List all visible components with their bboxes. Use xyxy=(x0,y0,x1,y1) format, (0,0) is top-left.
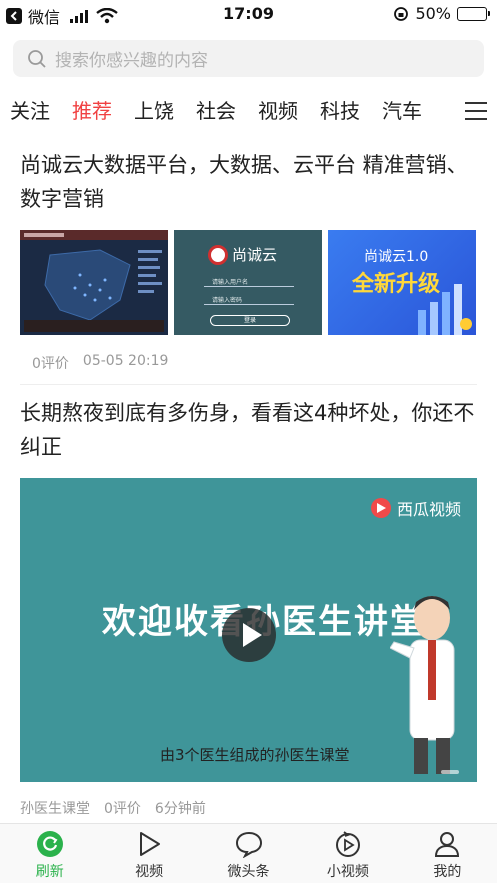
nav-label: 小视频 xyxy=(326,864,369,880)
xigua-logo: 西瓜视频 xyxy=(370,496,461,520)
thumb-password: 请输入密码 xyxy=(212,297,243,304)
video-subtitle: 由3个医生组成的孙医生课堂 xyxy=(160,746,350,764)
article-title[interactable]: 长期熬夜到底有多伤身，看看这4种坏处，你还不纠正 xyxy=(20,396,477,464)
article-card[interactable]: 长期熬夜到底有多伤身，看看这4种坏处，你还不纠正 xyxy=(20,396,477,464)
nav-refresh[interactable]: 刷新 xyxy=(0,824,99,883)
video-play-icon xyxy=(140,832,161,856)
article-title[interactable]: 尚诚云大数据平台，大数据、云平台 精准营销、数字营销 xyxy=(20,148,477,216)
thumb-login-button: 登录 xyxy=(210,315,290,326)
brand-logo-icon xyxy=(208,244,228,265)
article-meta: 孙医生课堂 0评价 6分钟前 xyxy=(20,798,206,818)
video-logo-text: 西瓜视频 xyxy=(396,500,461,519)
tab-tech[interactable]: 科技 xyxy=(320,92,360,130)
search-box[interactable]: 搜索你感兴趣的内容 xyxy=(13,40,484,77)
thumbnail-login[interactable]: 尚诚云 请输入用户名 请输入密码 登录 xyxy=(174,230,322,335)
doctor-illustration xyxy=(390,596,455,774)
thumb-brand: 尚诚云 xyxy=(232,246,278,264)
profile-icon xyxy=(435,832,460,857)
channel-menu-icon[interactable] xyxy=(465,102,487,120)
thumb-username: 请输入用户名 xyxy=(212,279,249,286)
status-right: 50% xyxy=(393,4,490,23)
tab-auto[interactable]: 汽车 xyxy=(382,92,422,130)
publish-time: 05-05 20:19 xyxy=(82,353,169,369)
nav-label: 视频 xyxy=(135,864,164,880)
nav-profile[interactable]: 我的 xyxy=(398,824,497,883)
status-bar: 微信 17:09 50% xyxy=(0,0,497,30)
article-source[interactable]: 孙医生课堂 xyxy=(20,798,90,818)
search-placeholder: 搜索你感兴趣的内容 xyxy=(55,51,208,71)
search-icon xyxy=(28,49,46,68)
channel-tabs: 关注 推荐 上饶 社会 视频 科技 汽车 xyxy=(0,92,497,130)
nav-label: 刷新 xyxy=(35,864,64,880)
comment-count: 0评价 xyxy=(104,801,141,817)
refresh-icon xyxy=(36,831,63,857)
article-card[interactable]: 尚诚云大数据平台，大数据、云平台 精准营销、数字营销 尚诚云 请输入用户名 请输… xyxy=(20,148,477,373)
video-player[interactable]: 西瓜视频 欢迎收看孙医生讲堂 由3个医生组成的孙医生课堂 xyxy=(20,478,477,782)
battery-percent: 50% xyxy=(415,4,451,23)
tab-society[interactable]: 社会 xyxy=(196,92,236,130)
article-thumbnails: 尚诚云 请输入用户名 请输入密码 登录 尚诚云1.0 全新升级 xyxy=(20,230,477,335)
xigua-icon xyxy=(370,498,391,518)
video-progress-indicator xyxy=(441,770,459,774)
thumbnail-upgrade[interactable]: 尚诚云1.0 全新升级 xyxy=(328,230,476,335)
nav-label: 我的 xyxy=(433,864,462,880)
short-video-icon xyxy=(335,831,360,857)
comment-count: 0评价 xyxy=(32,356,69,372)
thumb-version: 尚诚云1.0 xyxy=(364,249,429,265)
nav-micro-headline[interactable]: 微头条 xyxy=(199,824,298,883)
bottom-nav: 刷新 视频 微头条 小视频 我的 xyxy=(0,823,497,883)
nav-video[interactable]: 视频 xyxy=(99,824,198,883)
tab-recommend[interactable]: 推荐 xyxy=(72,92,112,130)
play-icon xyxy=(243,623,262,647)
thumbnail-dashboard[interactable] xyxy=(20,230,168,335)
chat-bubble-icon xyxy=(235,831,262,858)
article-meta: 0评价 05-05 20:19 xyxy=(32,353,477,373)
nav-short-video[interactable]: 小视频 xyxy=(298,824,397,883)
publish-time: 6分钟前 xyxy=(154,801,206,817)
nav-label: 微头条 xyxy=(227,864,270,880)
battery-icon xyxy=(457,6,490,21)
divider xyxy=(20,384,477,385)
tab-follow[interactable]: 关注 xyxy=(10,92,50,130)
play-button[interactable] xyxy=(222,608,276,662)
tab-video[interactable]: 视频 xyxy=(258,92,298,130)
rotation-lock-icon xyxy=(394,6,409,21)
tab-shangrao[interactable]: 上饶 xyxy=(134,92,174,130)
